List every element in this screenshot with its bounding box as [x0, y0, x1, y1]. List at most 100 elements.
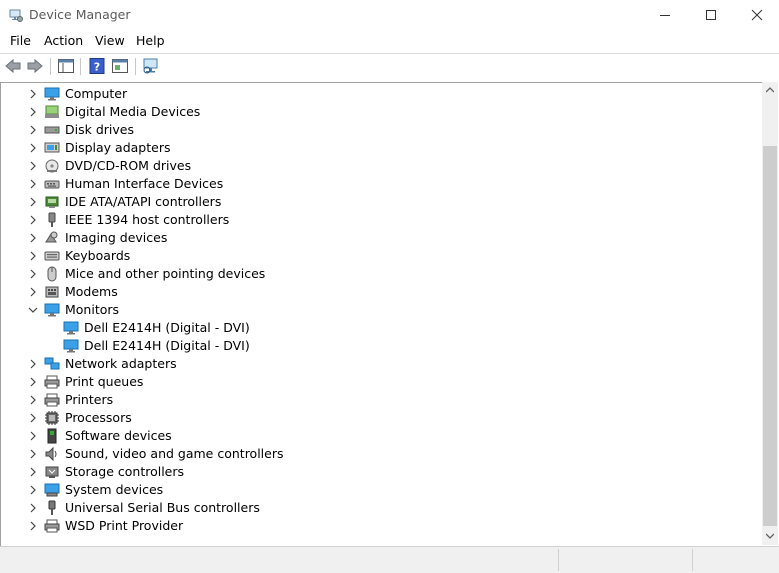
chevron-right-icon[interactable]	[28, 485, 38, 495]
tree-node-label: Processors	[65, 410, 132, 425]
chevron-right-icon[interactable]	[28, 251, 38, 261]
tree-node-label: Storage controllers	[65, 464, 185, 479]
toolbar-separator	[135, 58, 136, 75]
tree-node-label: Modems	[65, 284, 118, 299]
tree-node-label: IDE ATA/ATAPI controllers	[65, 194, 222, 209]
computer-icon	[44, 87, 60, 101]
menu-action[interactable]: Action	[44, 33, 83, 48]
tree-node[interactable]: Digital Media Devices	[1, 103, 761, 121]
tree-node[interactable]: Display adapters	[1, 139, 761, 157]
chevron-right-icon[interactable]	[28, 233, 38, 243]
tree-child-label: Dell E2414H (Digital - DVI)	[84, 338, 250, 353]
tree-node-label: Sound, video and game controllers	[65, 446, 284, 461]
tree-child-node[interactable]: Dell E2414H (Digital - DVI)	[1, 319, 761, 337]
chevron-right-icon[interactable]	[28, 89, 38, 99]
tree-node[interactable]: IDE ATA/ATAPI controllers	[1, 193, 761, 211]
tree-node-label: Monitors	[65, 302, 120, 317]
menu-file[interactable]: File	[10, 33, 31, 48]
disk-drive-icon	[44, 126, 60, 134]
tree-node-label: Display adapters	[65, 140, 171, 155]
chevron-right-icon[interactable]	[28, 287, 38, 297]
mouse-icon	[47, 266, 57, 282]
tree-node[interactable]: Keyboards	[1, 247, 761, 265]
status-divider	[558, 549, 559, 571]
tree-node-label: Universal Serial Bus controllers	[65, 500, 260, 515]
scroll-up-icon[interactable]	[766, 87, 774, 93]
chevron-right-icon[interactable]	[28, 179, 38, 189]
scan-hardware-button[interactable]	[142, 57, 160, 75]
tree-node-label: Keyboards	[65, 248, 131, 263]
tree-node[interactable]: Storage controllers	[1, 463, 761, 481]
tree-node[interactable]: Sound, video and game controllers	[1, 445, 761, 463]
tree-node[interactable]: Network adapters	[1, 355, 761, 373]
chevron-down-icon[interactable]	[28, 305, 38, 315]
tree-node[interactable]: Modems	[1, 283, 761, 301]
vertical-scrollbar[interactable]	[762, 82, 778, 545]
forward-button[interactable]	[26, 57, 44, 75]
tree-node[interactable]: Processors	[1, 409, 761, 427]
chevron-right-icon[interactable]	[28, 125, 38, 135]
chevron-right-icon[interactable]	[28, 521, 38, 531]
toolbar-separator	[80, 58, 81, 75]
tree-node[interactable]: Human Interface Devices	[1, 175, 761, 193]
tree-node[interactable]: Printers	[1, 391, 761, 409]
properties-button[interactable]	[111, 57, 129, 75]
back-button[interactable]	[4, 57, 22, 75]
tree-node[interactable]: Universal Serial Bus controllers	[1, 499, 761, 517]
tree-node[interactable]: Monitors	[1, 301, 761, 319]
scroll-down-icon[interactable]	[766, 533, 774, 539]
tree-node[interactable]: Imaging devices	[1, 229, 761, 247]
tree-node[interactable]: IEEE 1394 host controllers	[1, 211, 761, 229]
tree-node[interactable]: Computer	[1, 85, 761, 103]
console-tree-icon	[58, 59, 74, 73]
chevron-right-icon[interactable]	[28, 503, 38, 513]
tree-node[interactable]: DVD/CD-ROM drives	[1, 157, 761, 175]
status-bar	[0, 546, 779, 573]
ide-controller-icon	[45, 196, 59, 208]
minimize-icon	[660, 15, 670, 16]
chevron-right-icon[interactable]	[28, 467, 38, 477]
tree-node[interactable]: WSD Print Provider	[1, 517, 761, 535]
network-adapter-icon	[44, 357, 60, 370]
scan-hardware-icon	[143, 58, 158, 74]
menu-help[interactable]: Help	[136, 33, 165, 48]
forward-arrow-icon	[27, 59, 43, 73]
chevron-right-icon[interactable]	[28, 161, 38, 171]
modem-icon	[45, 286, 59, 298]
toolbar-separator	[50, 58, 51, 75]
tree-node[interactable]: Print queues	[1, 373, 761, 391]
close-button[interactable]	[734, 0, 779, 30]
tree-node[interactable]: System devices	[1, 481, 761, 499]
help-button[interactable]: ?	[88, 57, 106, 75]
scrollbar-thumb[interactable]	[763, 146, 777, 526]
chevron-right-icon[interactable]	[28, 413, 38, 423]
chevron-right-icon[interactable]	[28, 197, 38, 207]
tree-node-label: Printers	[65, 392, 114, 407]
chevron-right-icon[interactable]	[28, 431, 38, 441]
chevron-right-icon[interactable]	[28, 107, 38, 117]
tree-node-label: IEEE 1394 host controllers	[65, 212, 230, 227]
minimize-button[interactable]	[642, 0, 688, 30]
device-tree[interactable]: Computer Digital Media Devices Disk drives…	[0, 82, 763, 546]
tree-node-label: Human Interface Devices	[65, 176, 224, 191]
monitor-icon	[63, 321, 79, 335]
tree-node[interactable]: Software devices	[1, 427, 761, 445]
status-divider	[692, 549, 693, 571]
storage-controller-icon	[45, 466, 59, 478]
chevron-right-icon[interactable]	[28, 377, 38, 387]
show-hide-console-tree-button[interactable]	[57, 57, 75, 75]
tree-node-label: Digital Media Devices	[65, 104, 201, 119]
maximize-button[interactable]	[688, 0, 734, 30]
tree-node[interactable]: Mice and other pointing devices	[1, 265, 761, 283]
chevron-right-icon[interactable]	[28, 449, 38, 459]
chevron-right-icon[interactable]	[28, 143, 38, 153]
chevron-right-icon[interactable]	[28, 359, 38, 369]
tree-child-node[interactable]: Dell E2414H (Digital - DVI)	[1, 337, 761, 355]
menu-view[interactable]: View	[95, 33, 125, 48]
title-bar: Device Manager	[0, 0, 779, 30]
chevron-right-icon[interactable]	[28, 269, 38, 279]
menu-bar: File Action View Help	[0, 30, 779, 52]
tree-node[interactable]: Disk drives	[1, 121, 761, 139]
chevron-right-icon[interactable]	[28, 215, 38, 225]
chevron-right-icon[interactable]	[28, 395, 38, 405]
